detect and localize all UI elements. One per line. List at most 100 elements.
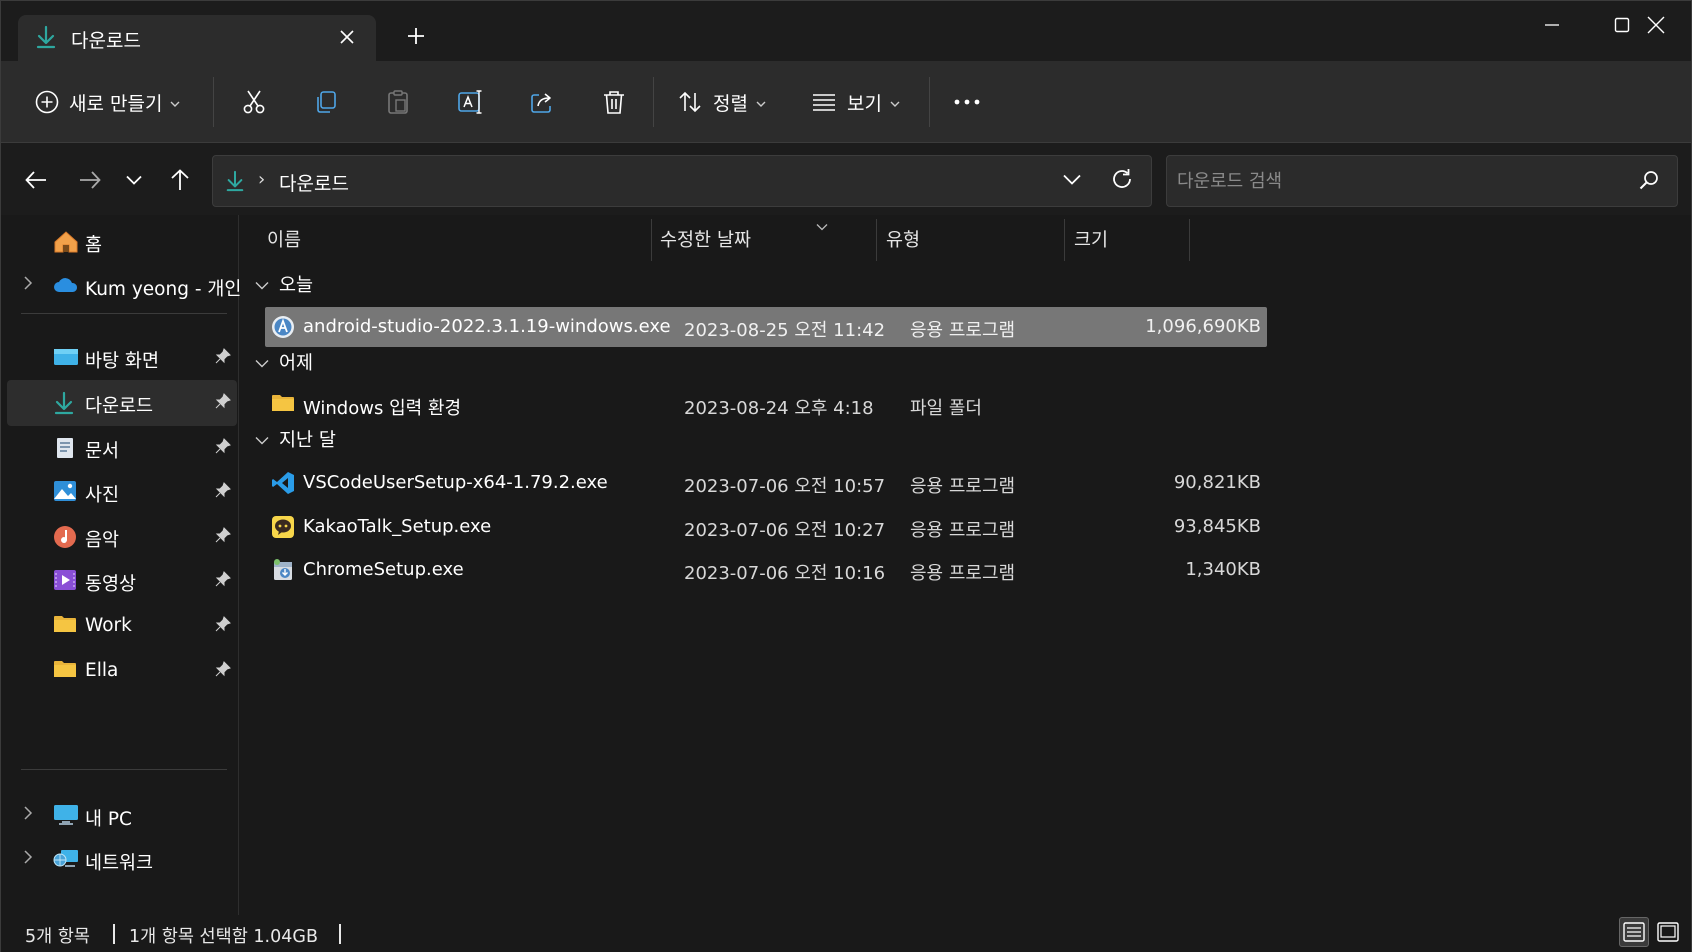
tiles-view-button[interactable] (1653, 917, 1683, 947)
sidebar-item-onedrive[interactable]: Kum yeong - 개인 (7, 263, 241, 309)
chevron-right-icon[interactable] (23, 275, 33, 296)
close-window-button[interactable] (1621, 1, 1691, 49)
sidebar-item-videos[interactable]: 동영상 (7, 558, 237, 604)
group-header-last-month[interactable]: 지난 달 (255, 424, 336, 454)
sidebar-item-network[interactable]: 네트워크 (7, 837, 237, 883)
sort-icon (679, 91, 701, 113)
pin-icon[interactable] (215, 527, 231, 548)
breadcrumb[interactable]: 다운로드 (279, 169, 349, 196)
sidebar-item-work[interactable]: Work (7, 603, 237, 649)
back-button[interactable] (21, 165, 51, 195)
search-input[interactable] (1177, 168, 1617, 194)
arrow-left-icon (25, 171, 46, 189)
download-icon (35, 25, 57, 54)
sort-button[interactable]: 정렬 (677, 81, 766, 123)
pin-icon[interactable] (215, 571, 231, 592)
chevron-right-icon[interactable] (23, 805, 33, 826)
details-view-button[interactable] (1619, 917, 1649, 947)
minimize-button[interactable] (1517, 1, 1587, 49)
sidebar-item-music[interactable]: 음악 (7, 514, 237, 560)
breadcrumb-chevron-icon: › (258, 169, 266, 190)
rename-button[interactable] (457, 81, 485, 123)
forward-button[interactable] (75, 165, 105, 195)
sidebar-item-label: 홈 (85, 235, 103, 256)
paste-button[interactable] (385, 81, 411, 123)
file-date: 2023-07-06 오전 10:27 (684, 520, 886, 541)
cut-button[interactable] (241, 81, 267, 123)
column-divider[interactable] (1064, 219, 1065, 261)
column-header-type[interactable]: 유형 (886, 215, 1066, 263)
search-box[interactable] (1166, 155, 1678, 207)
music-icon (53, 525, 79, 549)
up-button[interactable] (165, 165, 195, 195)
group-label: 어제 (279, 353, 314, 374)
group-header-today[interactable]: 오늘 (255, 269, 313, 299)
sidebar-item-label: 문서 (85, 441, 120, 462)
close-tab-button[interactable] (334, 24, 360, 50)
address-bar[interactable]: › 다운로드 (212, 155, 1152, 207)
kakaotalk-icon (271, 515, 295, 539)
arrow-right-icon (80, 171, 101, 189)
selection-info: 1개 항목 선택함 1.04GB (129, 927, 318, 947)
pin-icon[interactable] (215, 661, 231, 682)
sidebar-item-label: 사진 (85, 485, 120, 506)
sidebar-item-label: 다운로드 (85, 396, 154, 417)
file-row[interactable]: android-studio-2022.3.1.19-windows.exe 2… (265, 307, 1267, 347)
address-history-button[interactable] (1063, 169, 1081, 190)
sidebar-item-ella[interactable]: Ella (7, 648, 237, 694)
pin-icon[interactable] (215, 482, 231, 503)
sidebar-item-home[interactable]: 홈 (7, 219, 237, 265)
share-button[interactable] (529, 81, 555, 123)
pin-icon[interactable] (215, 438, 231, 459)
column-header-name[interactable]: 이름 (267, 215, 647, 263)
sidebar-item-pictures[interactable]: 사진 (7, 469, 237, 515)
copy-icon (317, 91, 336, 113)
column-header-date[interactable]: 수정한 날짜 (660, 215, 875, 263)
chevron-down-icon (255, 274, 269, 295)
tab-downloads[interactable]: 다운로드 (18, 15, 376, 61)
file-row[interactable]: KakaoTalk_Setup.exe 2023-07-06 오전 10:27 … (265, 507, 1267, 547)
details-view-icon (1623, 922, 1645, 942)
folder-row[interactable]: Windows 입력 환경 2023-08-24 오후 4:18 파일 폴더 (265, 385, 1267, 425)
pin-icon[interactable] (215, 348, 231, 369)
sidebar-item-desktop[interactable]: 바탕 화면 (7, 335, 237, 381)
delete-button[interactable] (601, 81, 627, 123)
refresh-button[interactable] (1111, 168, 1133, 195)
status-divider (113, 924, 115, 944)
file-row[interactable]: ChromeSetup.exe 2023-07-06 오전 10:16 응용 프… (265, 550, 1267, 590)
column-divider[interactable] (876, 219, 877, 261)
file-row[interactable]: VSCodeUserSetup-x64-1.79.2.exe 2023-07-0… (265, 463, 1267, 503)
chevron-down-icon (255, 352, 269, 373)
sidebar-item-this-pc[interactable]: 내 PC (7, 793, 237, 839)
pin-icon[interactable] (215, 616, 231, 637)
home-icon (53, 230, 79, 254)
group-header-yesterday[interactable]: 어제 (255, 347, 313, 377)
file-date: 2023-07-06 오전 10:57 (684, 476, 886, 497)
chevron-right-icon[interactable] (23, 849, 33, 870)
more-options-button[interactable] (953, 81, 981, 123)
file-date: 2023-08-25 오전 11:42 (684, 320, 886, 341)
large-icons-view-icon (1657, 922, 1679, 942)
sort-label: 정렬 (713, 92, 748, 115)
chevron-down-icon (126, 175, 142, 185)
new-button[interactable]: 새로 만들기 (35, 81, 180, 123)
column-header-size[interactable]: 크기 (1074, 215, 1194, 263)
recent-locations-button[interactable] (119, 165, 149, 195)
column-divider[interactable] (1189, 219, 1190, 261)
sidebar-item-downloads[interactable]: 다운로드 (7, 380, 237, 426)
sidebar-item-label: 동영상 (85, 574, 137, 595)
new-tab-button[interactable] (401, 21, 431, 51)
new-plus-circle-icon (35, 90, 59, 114)
sidebar-item-documents[interactable]: 문서 (7, 425, 237, 471)
installer-icon (271, 558, 295, 582)
pin-icon[interactable] (215, 393, 231, 414)
copy-button[interactable] (313, 81, 339, 123)
minimize-icon (1545, 24, 1559, 26)
chevron-down-icon (255, 429, 269, 450)
close-icon (340, 30, 354, 44)
view-button[interactable]: 보기 (811, 81, 900, 123)
vscode-icon (271, 471, 295, 495)
column-divider[interactable] (651, 219, 652, 261)
navigation-pane: 홈 Kum yeong - 개인 바탕 화면 다운로드 문서 사진 음악 동영상… (1, 215, 241, 915)
file-type: 파일 폴더 (910, 398, 982, 419)
